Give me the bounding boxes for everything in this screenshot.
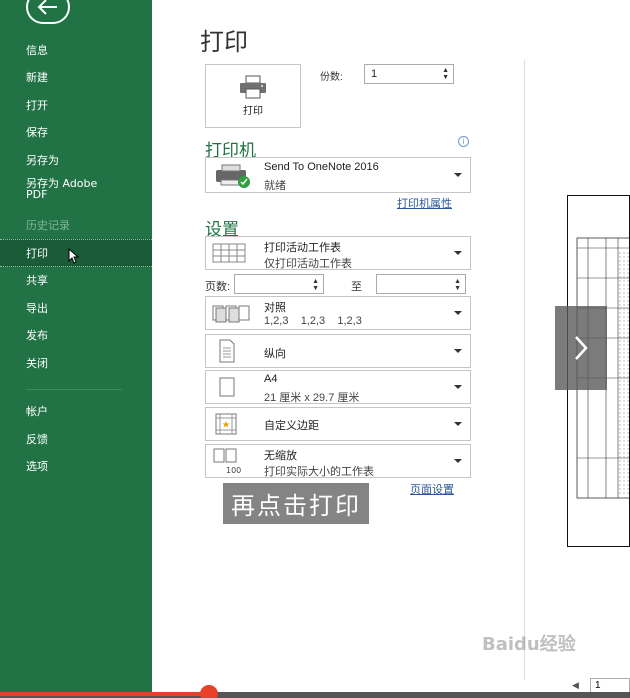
printer-properties-link[interactable]: 打印机属性 [397, 195, 452, 211]
caption-overlay: 再点击打印 [223, 483, 369, 524]
copies-label: 份数: [320, 72, 343, 83]
collate-desc: 1,2,3 1,2,3 1,2,3 [264, 315, 362, 327]
nav-open[interactable]: 打开 [0, 91, 152, 119]
paper-size-desc: 21 厘米 x 29.7 厘米 [264, 392, 360, 404]
pages-label: 页数: [205, 281, 231, 293]
nav-save-as[interactable]: 另存为 [0, 146, 152, 174]
orientation-title: 纵向 [264, 348, 286, 360]
prev-page-arrow-icon[interactable]: ◀ [572, 680, 579, 691]
printer-dropdown[interactable]: Send To OneNote 2016 就绪 [205, 157, 471, 193]
page-setup-link[interactable]: 页面设置 [410, 481, 454, 497]
no-scaling-icon: 100 [213, 448, 241, 475]
collate-icon [212, 305, 250, 323]
printer-icon [240, 75, 266, 99]
copies-input[interactable]: 1 ▲ ▼ [364, 64, 454, 84]
print-button[interactable]: 打印 [205, 64, 301, 128]
nav-divider [26, 388, 122, 390]
nav-print[interactable]: 打印 [0, 239, 152, 267]
chevron-down-icon [454, 385, 462, 389]
margins-dropdown[interactable]: 自定义边距 [205, 407, 471, 441]
copies-value: 1 [371, 68, 378, 80]
backstage-sidebar: 信息 新建 打开 保存 另存为 另存为 Adobe PDF 历史记录 打印 共享… [0, 0, 152, 698]
nav-history: 历史记录 [26, 219, 70, 233]
nav-save[interactable]: 保存 [0, 119, 152, 147]
nav-save-as-pdf[interactable]: 另存为 Adobe PDF [0, 174, 118, 212]
printer-device-icon [216, 164, 250, 188]
page-from-input[interactable]: ▲ ▼ [234, 274, 324, 294]
back-button[interactable] [26, 0, 70, 24]
next-page-button[interactable] [555, 306, 607, 390]
nav-options[interactable]: 选项 [0, 453, 152, 481]
margins-title: 自定义边距 [264, 420, 319, 432]
printer-name: Send To OneNote 2016 [264, 161, 379, 173]
backstage-nav: 信息 新建 打开 保存 另存为 另存为 Adobe PDF 历史记录 打印 共享… [0, 36, 152, 480]
custom-margins-icon [215, 413, 237, 435]
page-to-input[interactable]: ▲ ▼ [376, 274, 466, 294]
paper-size-icon [219, 377, 235, 397]
nav-share[interactable]: 共享 [0, 267, 152, 295]
pane-divider [524, 60, 525, 680]
collate-dropdown[interactable]: 对照 1,2,3 1,2,3 1,2,3 [205, 296, 471, 330]
scaling-title: 无缩放 [264, 450, 297, 462]
page-title: 打印 [200, 28, 248, 56]
page-from-spinner[interactable]: ▲ ▼ [312, 278, 319, 292]
chevron-down-icon [454, 459, 462, 463]
nav-close[interactable]: 关闭 [0, 349, 152, 377]
chevron-down-icon [454, 422, 462, 426]
nav-info[interactable]: 信息 [0, 36, 152, 64]
nav-new[interactable]: 新建 [0, 64, 152, 92]
paper-size-dropdown[interactable]: A4 21 厘米 x 29.7 厘米 [205, 370, 471, 404]
nav-account[interactable]: 帐户 [0, 398, 152, 426]
chevron-down-icon [454, 173, 462, 177]
back-arrow-icon [37, 0, 57, 15]
video-progress-handle[interactable] [200, 685, 218, 698]
collate-title: 对照 [264, 302, 286, 314]
baidu-watermark: Baidu经验 [482, 634, 576, 655]
nav-export[interactable]: 导出 [0, 294, 152, 322]
printer-status: 就绪 [264, 180, 286, 192]
nav-feedback[interactable]: 反馈 [0, 425, 152, 453]
info-icon[interactable]: i [458, 136, 469, 147]
to-label: 至 [351, 281, 362, 293]
print-what-desc: 仅打印活动工作表 [264, 258, 352, 270]
scaling-dropdown[interactable]: 100 无缩放 打印实际大小的工作表 [205, 444, 471, 478]
orientation-dropdown[interactable]: 纵向 [205, 334, 471, 368]
print-pane: 打印 打印 份数: 1 ▲ ▼ 打印机 i Send To OneNote 201… [152, 0, 630, 698]
chevron-right-icon [575, 336, 588, 360]
chevron-down-icon [454, 349, 462, 353]
chevron-down-icon [454, 251, 462, 255]
print-what-dropdown[interactable]: 打印活动工作表 仅打印活动工作表 [205, 236, 471, 270]
paper-size-title: A4 [264, 373, 278, 385]
video-progress-fill [0, 692, 210, 696]
scaling-desc: 打印实际大小的工作表 [264, 466, 374, 478]
chevron-down-icon [454, 311, 462, 315]
portrait-page-icon [219, 339, 235, 363]
print-what-title: 打印活动工作表 [264, 242, 341, 254]
nav-print-label: 打印 [26, 246, 48, 260]
nav-publish[interactable]: 发布 [0, 322, 152, 350]
page-to-spinner[interactable]: ▲ ▼ [454, 278, 461, 292]
svg-text:100: 100 [226, 466, 241, 475]
worksheet-grid-icon [212, 243, 246, 263]
mouse-cursor-icon [68, 248, 80, 264]
copies-spinner[interactable]: ▲ ▼ [442, 67, 449, 81]
print-button-label: 打印 [243, 106, 263, 117]
